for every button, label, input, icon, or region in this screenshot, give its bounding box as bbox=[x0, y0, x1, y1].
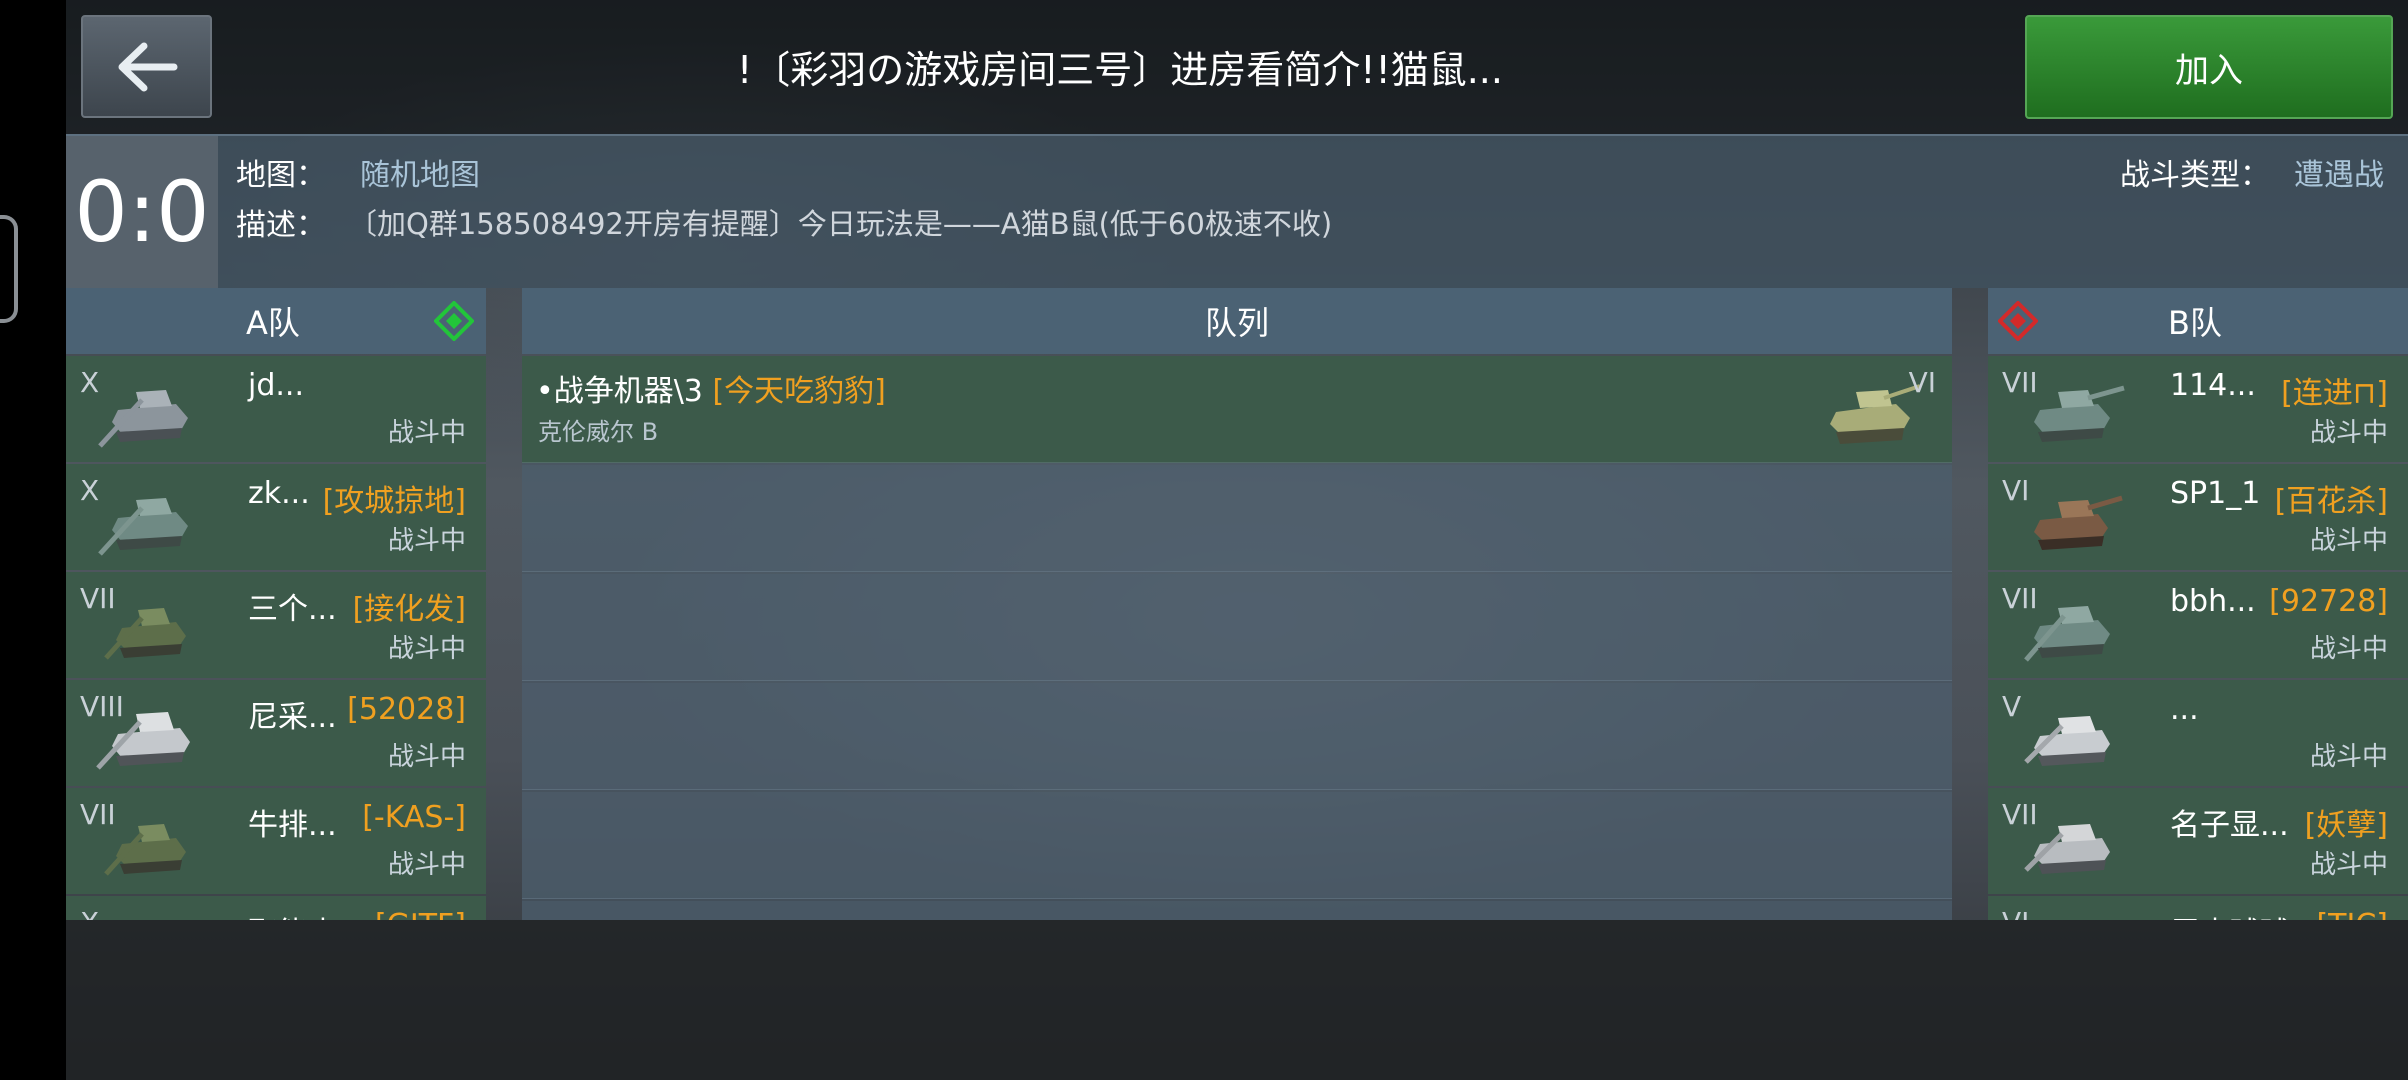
clan-tag: [攻城掠地] bbox=[322, 484, 466, 519]
team-b-player-row[interactable]: VII 名子显... [妖孽] 战斗中 bbox=[1988, 788, 2408, 894]
player-status: 战斗中 bbox=[2309, 526, 2388, 556]
queue-empty-slot bbox=[522, 574, 1952, 681]
queue-empty-slot bbox=[522, 683, 1952, 790]
team-b-list: VII 114... [连进⊓] 战斗中 VI SP1_1 [百花杀] 战斗中 … bbox=[1988, 356, 2408, 920]
tank-icon bbox=[2034, 385, 2125, 442]
room-title: !〔彩羽の游戏房间三号〕进房看简介!!猫鼠... bbox=[737, 48, 1503, 92]
player-status: 战斗中 bbox=[387, 526, 466, 556]
green-diamond-icon bbox=[434, 301, 474, 341]
map-value: 随机地图 bbox=[360, 158, 480, 193]
tank-icon bbox=[104, 608, 186, 660]
bullet: • bbox=[536, 374, 554, 409]
tank-icon bbox=[2024, 824, 2110, 874]
tank-icon bbox=[96, 906, 206, 920]
screen-edge bbox=[0, 0, 66, 1080]
clan-tag: [-KAS-] bbox=[362, 800, 466, 835]
team-a-header: A队 bbox=[66, 288, 486, 354]
team-a-player-row[interactable]: X zk... [攻城掠地] 战斗中 bbox=[66, 464, 486, 570]
team-a-list: X jd... 战斗中 X zk... [攻城掠地] 战斗中 VII 三个...… bbox=[66, 356, 486, 920]
team-b-player-row[interactable]: VII bbh... [92728] 战斗中 bbox=[1988, 572, 2408, 678]
battle-type-label: 战斗类型： bbox=[2120, 158, 2270, 193]
team-a-player-row[interactable]: X jd... 战斗中 bbox=[66, 356, 486, 462]
back-arrow-icon bbox=[118, 42, 177, 91]
tank-icon bbox=[98, 390, 188, 448]
player-status: 战斗中 bbox=[387, 418, 466, 448]
tier-label: VI bbox=[1908, 366, 1936, 399]
player-name: 名子显... bbox=[2170, 808, 2289, 843]
queue-player-name: 战争机器\3 bbox=[553, 374, 703, 409]
team-a-player-row[interactable]: VIII 尼采... [52028] 战斗中 bbox=[66, 680, 486, 786]
player-name: 三个... bbox=[248, 592, 337, 627]
queue-clan-tag: [今天吃豹豹] bbox=[712, 374, 886, 409]
player-status: 战斗中 bbox=[2309, 742, 2388, 772]
tank-icon bbox=[98, 498, 188, 556]
team-b-player-row[interactable]: VII 114... [连进⊓] 战斗中 bbox=[1988, 356, 2408, 462]
description-value: 〔加Q群158508492开房有提醒〕今日玩法是——A猫B鼠(低于60极速不收) bbox=[348, 207, 1333, 241]
queue-entry[interactable]: •战争机器\3 [今天吃豹豹] 克伦威尔 B VI bbox=[522, 356, 1952, 463]
player-name: bbh... bbox=[2170, 584, 2256, 619]
clan-tag: [妖孽] bbox=[2304, 808, 2388, 843]
queue-entry-title: •战争机器\3 [今天吃豹豹] bbox=[536, 366, 886, 410]
room-info-panel: 0:0 地图： 随机地图 描述： 〔加Q群158508492开房有提醒〕今日玩法… bbox=[66, 134, 2408, 288]
player-status: 战斗中 bbox=[387, 634, 466, 664]
player-name: 尼采... bbox=[248, 700, 337, 735]
team-a-player-row[interactable]: VII 牛排... [-KAS-] 战斗中 bbox=[66, 788, 486, 894]
team-a-player-row[interactable]: VII 三个... [接化发] 战斗中 bbox=[66, 572, 486, 678]
clan-tag: [TIC] bbox=[2316, 908, 2388, 920]
queue-tank-name: 克伦威尔 B bbox=[538, 418, 659, 446]
team-b-header: B队 bbox=[1988, 288, 2408, 354]
tank-icon bbox=[2018, 906, 2128, 920]
back-button[interactable] bbox=[81, 15, 212, 118]
tank-icon bbox=[2024, 716, 2110, 766]
queue-header: 队列 bbox=[522, 288, 1952, 354]
tank-icon bbox=[2024, 606, 2110, 662]
player-name: jd... bbox=[248, 368, 304, 403]
player-name: ... bbox=[2170, 692, 2199, 727]
description-label: 描述： bbox=[236, 208, 326, 243]
player-name: 牛排... bbox=[248, 808, 337, 843]
player-name: zk... bbox=[248, 476, 310, 511]
battle-type-value: 遭遇战 bbox=[2294, 158, 2384, 193]
team-a-player-row[interactable]: X 聚能中... [GJTF] bbox=[66, 896, 486, 920]
player-status: 战斗中 bbox=[387, 742, 466, 772]
tank-icon bbox=[2034, 495, 2123, 550]
clan-tag: [百花杀] bbox=[2274, 484, 2388, 519]
team-b-title: B队 bbox=[2168, 304, 2222, 342]
queue-list: •战争机器\3 [今天吃豹豹] 克伦威尔 B VI bbox=[522, 356, 1952, 920]
player-status: 战斗中 bbox=[387, 850, 466, 880]
player-name: 聚能中... bbox=[248, 908, 367, 920]
player-status: 战斗中 bbox=[2309, 634, 2388, 664]
clan-tag: [连进⊓] bbox=[2281, 376, 2388, 411]
clan-tag: [GJTF] bbox=[375, 908, 466, 920]
clan-tag: [52028] bbox=[347, 692, 466, 727]
queue-empty-slot bbox=[522, 901, 1952, 920]
team-a-title: A队 bbox=[246, 304, 300, 342]
team-b-player-row[interactable]: VI SP1_1 [百花杀] 战斗中 bbox=[1988, 464, 2408, 570]
join-button[interactable]: 加入 bbox=[2025, 15, 2393, 119]
tank-icon bbox=[1830, 384, 1921, 444]
team-b-player-row[interactable]: V ... 战斗中 bbox=[1988, 680, 2408, 786]
tank-icon bbox=[96, 712, 190, 770]
map-label: 地图： bbox=[236, 158, 326, 193]
player-name: 屋内球球 bbox=[2170, 908, 2290, 920]
queue-empty-slot bbox=[522, 792, 1952, 899]
clan-tag: [92728] bbox=[2269, 584, 2388, 619]
team-b-player-row[interactable]: VI 屋内球球 [TIC] bbox=[1988, 896, 2408, 920]
queue-empty-slot bbox=[522, 465, 1952, 572]
player-name: 114... bbox=[2170, 368, 2256, 403]
red-diamond-icon bbox=[1998, 301, 2038, 341]
bottom-area bbox=[66, 920, 2408, 1080]
clan-tag: [接化发] bbox=[352, 592, 466, 627]
player-status: 战斗中 bbox=[2309, 418, 2388, 448]
player-name: SP1_1 bbox=[2170, 476, 2261, 511]
tank-icon bbox=[104, 824, 186, 876]
score: 0:0 bbox=[66, 136, 218, 288]
player-status: 战斗中 bbox=[2309, 850, 2388, 880]
edge-handle-icon bbox=[0, 215, 18, 323]
